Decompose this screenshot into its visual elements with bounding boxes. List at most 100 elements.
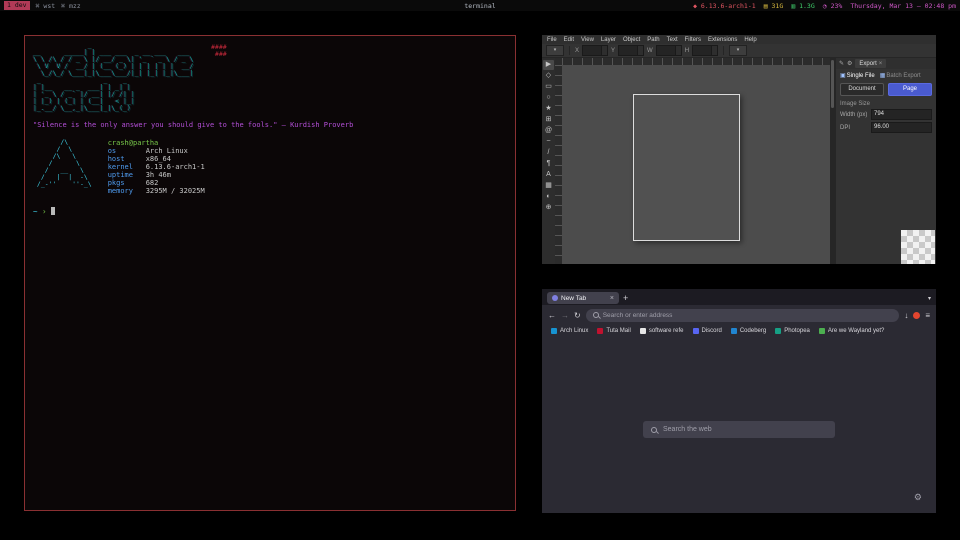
fetch-info: crash@partha osArch Linux hostx86_64 ker… <box>108 139 205 195</box>
bookmark-arch-linux[interactable]: Arch Linux <box>551 328 588 334</box>
units-dropdown[interactable]: ▾ <box>729 45 747 56</box>
fetch-value-host: x86_64 <box>146 155 171 163</box>
inkscape-window: File Edit View Layer Object Path Text Fi… <box>542 35 936 264</box>
new-tab-page: Search the web ⚙ <box>542 337 936 513</box>
inkscape-canvas[interactable] <box>562 65 830 264</box>
menu-extensions[interactable]: Extensions <box>708 37 737 43</box>
rectangle-tool-icon[interactable]: ▭ <box>543 82 554 92</box>
selection-mode-dropdown[interactable]: ▾ <box>546 45 564 56</box>
menu-icon[interactable]: ≡ <box>925 311 930 320</box>
terminal-quote: "Silence is the only answer you should g… <box>33 121 507 129</box>
close-icon[interactable]: × <box>879 61 883 67</box>
coord-y-input[interactable] <box>618 45 644 56</box>
select-tool-icon[interactable]: ▶ <box>543 60 554 70</box>
document-button[interactable]: Document <box>840 83 884 96</box>
star-tool-icon[interactable]: ★ <box>543 104 554 114</box>
bookmark-favicon <box>640 328 646 334</box>
menu-edit[interactable]: Edit <box>564 37 574 43</box>
dpi-input[interactable]: 96.00 <box>871 122 932 133</box>
prompt-path: ~ <box>33 207 38 216</box>
zoom-tool-icon[interactable]: ⊕ <box>543 203 554 213</box>
inkscape-command-bar: ▾ X Y W H ▾ <box>542 44 936 58</box>
menu-filters[interactable]: Filters <box>685 37 701 43</box>
fetch-output: /\ / \ /\ \ / \ / __ \ / | | -\ /_-'' ''… <box>33 139 507 195</box>
web-search-input[interactable]: Search the web <box>643 421 835 438</box>
bookmark-favicon <box>551 328 557 334</box>
menu-help[interactable]: Help <box>744 37 756 43</box>
text-tool-icon[interactable]: A <box>543 170 554 180</box>
new-tab-button[interactable]: + <box>623 292 628 304</box>
back-button[interactable]: ← <box>548 311 556 320</box>
tab-close-icon[interactable]: × <box>610 295 614 302</box>
menu-file[interactable]: File <box>547 37 557 43</box>
url-bar[interactable]: Search or enter address <box>586 309 900 322</box>
export-mode-tabs: ▣Single File ▦Batch Export <box>836 69 936 81</box>
bookmark-software-reference[interactable]: software refe <box>640 328 684 334</box>
search-icon <box>593 312 599 318</box>
scrollbar-thumb[interactable] <box>831 60 834 108</box>
menu-object[interactable]: Object <box>623 37 640 43</box>
toolbar-separator <box>569 46 570 55</box>
tab-title: New Tab <box>561 295 607 302</box>
dialog-edit-icon[interactable]: ✎ <box>839 60 844 67</box>
forward-button[interactable]: → <box>561 311 569 320</box>
browser-tab[interactable]: New Tab × <box>547 292 619 304</box>
coord-w-input[interactable] <box>656 45 682 56</box>
coord-h-input[interactable] <box>692 45 718 56</box>
calligraphy-tool-icon[interactable]: ¶ <box>543 159 554 169</box>
browser-window: New Tab × + ▾ ← → ↻ Search or enter addr… <box>542 289 936 513</box>
document-page[interactable] <box>633 94 740 241</box>
dialog-settings-icon[interactable]: ⚙ <box>847 60 852 67</box>
single-file-icon: ▣ <box>840 73 846 79</box>
gradient-tool-icon[interactable]: ▦ <box>543 181 554 191</box>
bookmark-wayland-yet[interactable]: Are we Wayland yet? <box>819 328 884 334</box>
pen-tool-icon[interactable]: / <box>543 148 554 158</box>
ascii-banner-back: _ _ _ | |__ __ _ ___| | _| | | '_ \ / _`… <box>33 77 507 112</box>
refresh-button[interactable]: ↻ <box>574 311 581 320</box>
layout-indicator-1[interactable]: ⌘ wst <box>36 2 56 10</box>
status-memory: ▥ 1.3G <box>791 2 814 10</box>
workspace-tag[interactable]: 1 dev <box>4 1 30 10</box>
bookmarks-bar: Arch Linux Tuta Mail software refe Disco… <box>542 325 936 337</box>
menu-text[interactable]: Text <box>667 37 678 43</box>
tab-single-file[interactable]: ▣Single File <box>840 72 875 79</box>
menu-layer[interactable]: Layer <box>601 37 616 43</box>
terminal-window[interactable]: _ __ _____| | ___ ___ _ __ ___ ___ \ \ /… <box>24 35 516 511</box>
width-input[interactable]: 794 <box>871 109 932 120</box>
status-disk: ▤ 31G <box>764 2 784 10</box>
menu-view[interactable]: View <box>581 37 594 43</box>
bookmark-tuta-mail[interactable]: Tuta Mail <box>597 328 630 334</box>
account-icon[interactable] <box>913 312 920 319</box>
fetch-value-os: Arch Linux <box>146 147 188 155</box>
fetch-label-kernel: kernel <box>108 163 146 171</box>
export-dialog-tab[interactable]: Export × <box>855 59 886 68</box>
node-tool-icon[interactable]: ◇ <box>543 71 554 81</box>
menu-path[interactable]: Path <box>647 37 659 43</box>
bookmark-favicon <box>819 328 825 334</box>
inkscape-toolbox: ▶ ◇ ▭ ○ ★ ⊞ @ ~ / ¶ A ▦ ◐ ⊕ <box>542 58 555 264</box>
tab-bar: New Tab × + ▾ <box>542 289 936 305</box>
fetch-label-memory: memory <box>108 187 146 195</box>
fetch-label-uptime: uptime <box>108 171 146 179</box>
web-search-placeholder: Search the web <box>663 426 712 433</box>
box3d-tool-icon[interactable]: ⊞ <box>543 115 554 125</box>
ruler-corner <box>555 58 562 65</box>
bookmark-codeberg[interactable]: Codeberg <box>731 328 766 334</box>
shell-prompt[interactable]: ~ › <box>33 207 507 216</box>
spiral-tool-icon[interactable]: @ <box>543 126 554 136</box>
pencil-tool-icon[interactable]: ~ <box>543 137 554 147</box>
tab-list-chevron-icon[interactable]: ▾ <box>928 295 931 302</box>
ellipse-tool-icon[interactable]: ○ <box>543 93 554 103</box>
fetch-value-pkgs: 682 <box>146 179 159 187</box>
page-settings-gear-icon[interactable]: ⚙ <box>914 492 922 503</box>
downloads-icon[interactable]: ↓ <box>904 311 908 320</box>
page-button[interactable]: Page <box>888 83 932 96</box>
bookmark-photopea[interactable]: Photopea <box>775 328 810 334</box>
dropper-tool-icon[interactable]: ◐ <box>543 192 554 202</box>
tab-batch-export[interactable]: ▦Batch Export <box>880 72 921 79</box>
status-clock: Thursday, Mar 13 — 02:48 pm <box>850 2 956 10</box>
coord-x-input[interactable] <box>582 45 608 56</box>
layout-indicator-2[interactable]: ⌘ mzz <box>61 2 81 10</box>
width-label: Width (px) <box>840 112 868 118</box>
bookmark-discord[interactable]: Discord <box>693 328 722 334</box>
